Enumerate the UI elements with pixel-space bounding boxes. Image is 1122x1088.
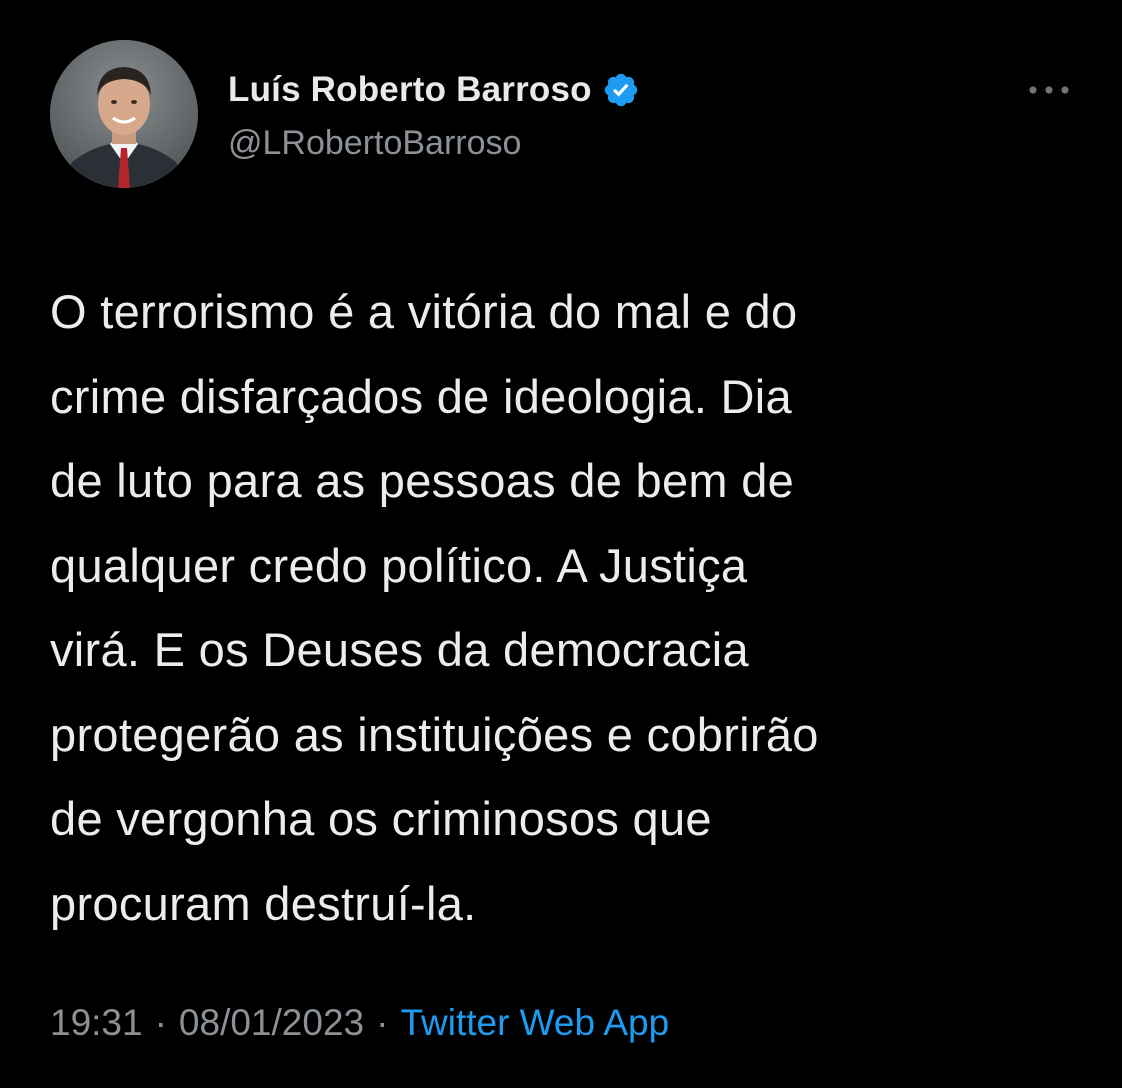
separator: ·: [154, 1002, 167, 1043]
source-link[interactable]: Twitter Web App: [400, 1002, 669, 1044]
profile-photo-icon: [50, 40, 198, 188]
tweet-text: O terrorismo é a vitória do mal e do cri…: [50, 285, 819, 930]
separator: ·: [376, 1002, 389, 1043]
avatar[interactable]: [50, 40, 198, 188]
author-block: Luís Roberto Barroso @LRobertoBarroso: [228, 68, 640, 163]
tweet-time[interactable]: 19:31: [50, 1002, 143, 1044]
user-handle[interactable]: @LRobertoBarroso: [228, 124, 640, 163]
tweet-date[interactable]: 08/01/2023: [179, 1002, 364, 1044]
tweet-card: Luís Roberto Barroso @LRobertoBarroso O …: [0, 0, 1122, 1088]
tweet-metadata: 19:31 · 08/01/2023 · Twitter Web App: [50, 1002, 669, 1044]
more-options-icon[interactable]: [1026, 80, 1072, 100]
verified-badge-icon: [604, 73, 637, 107]
display-name[interactable]: Luís Roberto Barroso: [228, 70, 592, 110]
name-row: Luís Roberto Barroso: [228, 68, 640, 112]
